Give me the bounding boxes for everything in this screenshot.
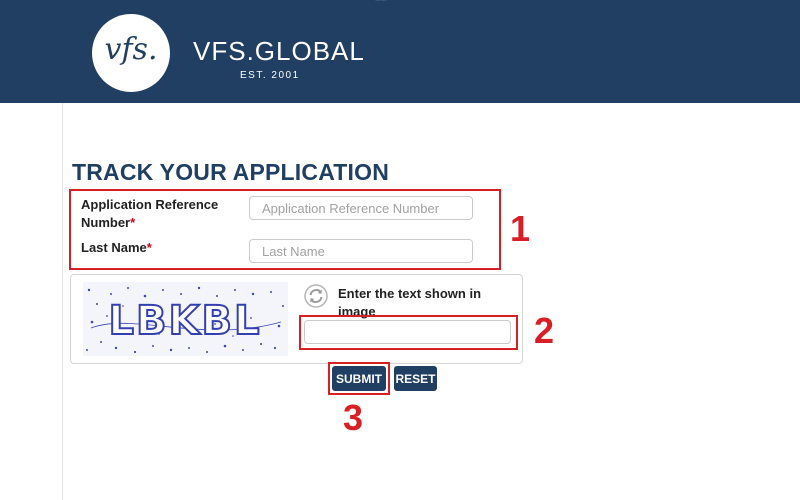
annotation-1: 1 (510, 208, 531, 249)
site-header: vfs. VFS.GLOBAL EST. 2001 == (0, 0, 800, 103)
refresh-icon[interactable] (304, 284, 328, 308)
top-text-fragment: == (375, 0, 387, 5)
reset-button[interactable]: RESET (394, 366, 437, 391)
page-title: TRACK YOUR APPLICATION (72, 159, 390, 185)
annotation-2: 2 (534, 310, 555, 351)
highlight-box-1 (69, 189, 501, 270)
annotation-3: 3 (343, 397, 364, 438)
brand-established: EST. 2001 (240, 70, 300, 81)
highlight-box-2 (299, 315, 518, 350)
highlight-box-3 (328, 362, 390, 395)
vfs-logo[interactable]: vfs. (92, 14, 170, 92)
logo-mark: vfs. (104, 32, 158, 67)
brand-name: VFS.GLOBAL (193, 36, 365, 66)
captcha-text: LBKBL (109, 298, 262, 344)
content-left-border (62, 103, 63, 500)
captcha-image: LBKBL (83, 282, 288, 356)
